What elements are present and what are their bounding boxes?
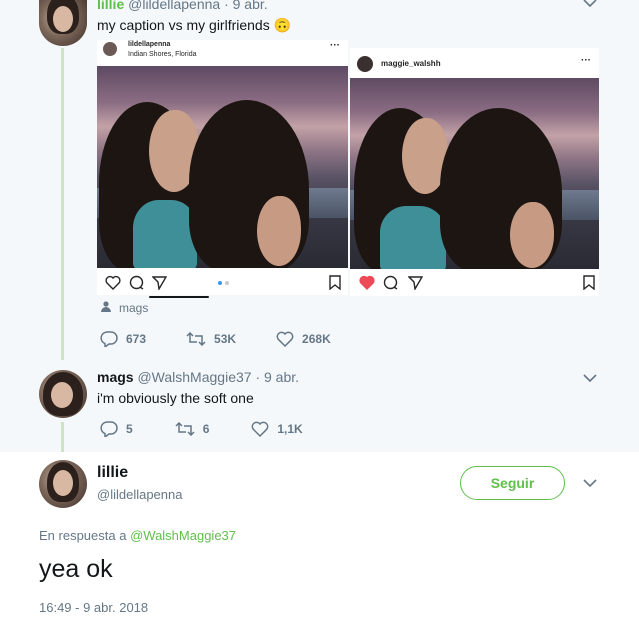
- tweet-text: my caption vs my girlfriends 🙃: [97, 17, 292, 33]
- more-icon[interactable]: ···: [330, 40, 340, 51]
- reply-prefix: En respuesta a: [39, 528, 127, 543]
- avatar: [357, 56, 373, 72]
- person-icon: [101, 301, 111, 315]
- tweet-lillie-original[interactable]: lillie @lildellapenna · 9 abr. my captio…: [0, 0, 639, 360]
- chevron-down-icon[interactable]: [583, 478, 597, 488]
- upside-down-emoji: 🙃: [273, 17, 292, 33]
- reply-to-handle-link[interactable]: @WalshMaggie37: [130, 528, 236, 543]
- instagram-like-icon[interactable]: [105, 275, 121, 290]
- reply-button[interactable]: 5: [100, 421, 133, 437]
- chevron-down-icon[interactable]: [583, 0, 597, 8]
- follow-button[interactable]: Seguir: [460, 466, 565, 500]
- tweet-text: i'm obviously the soft one: [97, 390, 254, 406]
- tagged-user-name: mags: [119, 301, 149, 315]
- like-button[interactable]: 268K: [276, 331, 331, 347]
- tweet-actions: 5 6 1,1K: [100, 421, 343, 437]
- like-count: 268K: [302, 332, 331, 346]
- instagram-like-icon[interactable]: [359, 275, 375, 290]
- retweet-button[interactable]: 6: [175, 422, 210, 436]
- user-handle[interactable]: @lildellapenna: [97, 487, 182, 502]
- like-count: 1,1K: [277, 422, 303, 436]
- thread-line: [61, 48, 64, 360]
- tweet-header: mags @WalshMaggie37 · 9 abr.: [97, 369, 299, 385]
- instagram-location: Indian Shores, Florida: [128, 51, 197, 58]
- tweet-mags-reply[interactable]: mags @WalshMaggie37 · 9 abr. i'm obvious…: [0, 360, 639, 452]
- display-name[interactable]: mags: [97, 369, 134, 385]
- reply-icon: [100, 331, 118, 347]
- instagram-action-bar: [350, 269, 599, 296]
- retweet-icon: [175, 422, 195, 436]
- tweet-actions: 673 53K 268K: [100, 331, 371, 347]
- like-icon: [251, 421, 269, 437]
- retweet-count: 6: [202, 422, 210, 436]
- tweet-text: yea ok: [39, 555, 113, 583]
- scroll-indicator: [149, 296, 209, 298]
- instagram-comment-icon[interactable]: [129, 275, 144, 290]
- instagram-bookmark-icon[interactable]: [583, 275, 595, 290]
- retweet-button[interactable]: 53K: [186, 332, 236, 346]
- avatar[interactable]: [39, 460, 87, 508]
- like-button[interactable]: 1,1K: [251, 421, 303, 437]
- instagram-photo: [350, 78, 599, 269]
- more-icon[interactable]: ···: [581, 55, 591, 66]
- thread-line: [61, 422, 64, 452]
- display-name[interactable]: lillie: [97, 0, 124, 12]
- tweet-date[interactable]: · 9 abr.: [224, 0, 268, 12]
- avatar[interactable]: [39, 0, 87, 46]
- instagram-comment-icon[interactable]: [383, 275, 398, 290]
- tweet-timestamp[interactable]: 16:49 - 9 abr. 2018: [39, 600, 148, 615]
- instagram-card-left[interactable]: lildellapenna Indian Shores, Florida ···: [97, 40, 348, 295]
- retweet-icon: [186, 332, 206, 346]
- reply-count: 673: [126, 332, 147, 346]
- like-icon: [276, 331, 294, 347]
- instagram-bookmark-icon[interactable]: [329, 275, 341, 290]
- carousel-dots: [218, 281, 229, 285]
- reply-count: 5: [126, 422, 133, 436]
- instagram-photo: [97, 66, 348, 268]
- retweet-count: 53K: [214, 332, 237, 346]
- reply-context: En respuesta a @WalshMaggie37: [39, 528, 236, 543]
- tagged-user[interactable]: mags: [101, 301, 148, 315]
- user-handle[interactable]: @lildellapenna: [128, 0, 220, 12]
- tweet-date[interactable]: · 9 abr.: [255, 369, 299, 385]
- instagram-card-right[interactable]: maggie_walshh ···: [350, 48, 599, 296]
- instagram-share-icon[interactable]: [408, 275, 423, 290]
- reply-button[interactable]: 673: [100, 331, 146, 347]
- user-handle[interactable]: @WalshMaggie37: [137, 369, 251, 385]
- avatar[interactable]: [39, 370, 87, 418]
- instagram-share-icon[interactable]: [152, 275, 167, 290]
- reply-icon: [100, 421, 118, 437]
- display-name[interactable]: lillie: [97, 464, 128, 482]
- tweet-header: lillie @lildellapenna · 9 abr.: [97, 0, 268, 12]
- chevron-down-icon[interactable]: [583, 373, 597, 383]
- avatar: [103, 42, 117, 56]
- instagram-username: maggie_walshh: [381, 59, 441, 68]
- instagram-action-bar: [97, 269, 348, 295]
- instagram-username: lildellapenna: [128, 41, 171, 48]
